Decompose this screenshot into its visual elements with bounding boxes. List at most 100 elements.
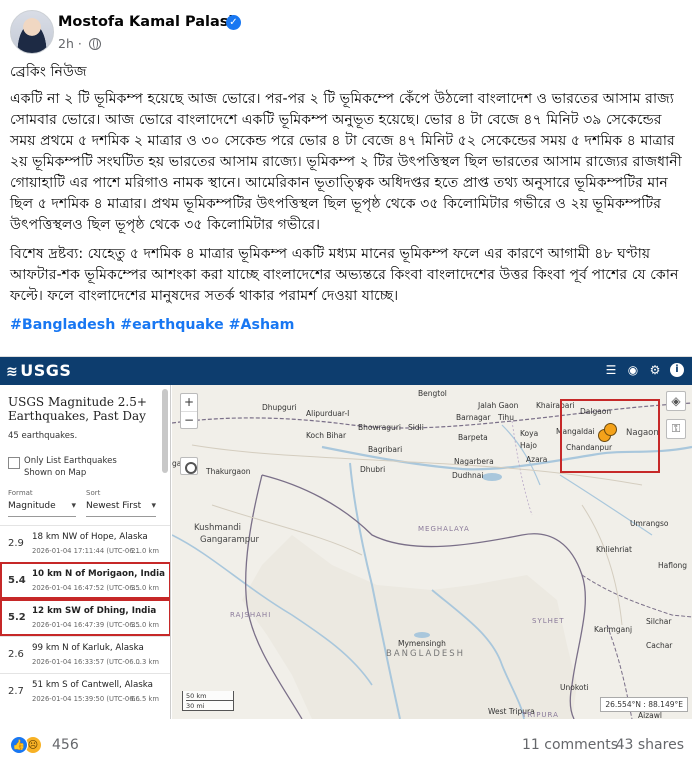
meta-separator: · (77, 36, 82, 51)
zoom-in-icon[interactable]: + (181, 394, 197, 411)
usgs-toolbar: ☰ ◉ ⚙ i (604, 363, 684, 377)
post-body: ব্রেকিং নিউজ একটি না ২ টি ভূমিকম্প হয়েছ… (10, 62, 684, 344)
earthquake-place: 51 km S of Cantwell, Alaska (32, 680, 153, 690)
post-time[interactable]: 2h (58, 36, 74, 51)
earthquake-time: 2026-01-04 15:39:50 (UTC-06... (32, 695, 141, 703)
place-haflong: Haflong (658, 561, 688, 570)
earthquake-magnitude: 2.9 (8, 538, 24, 549)
place-tripura: TRIPURA (522, 711, 559, 719)
place-nagarbera: Nagarbera (454, 457, 494, 466)
place-meghalaya: MEGHALAYA (418, 525, 470, 533)
comments-count[interactable]: 11 comments (522, 737, 618, 753)
place-gangarampur: Gangarampur (200, 535, 260, 545)
earthquake-list-item[interactable]: 2.6 99 km N of Karluk, Alaska 2026-01-04 1… (0, 636, 170, 673)
place-barpeta: Barpeta (458, 433, 488, 442)
earthquake-place: 99 km N of Karluk, Alaska (32, 643, 144, 653)
author-name[interactable]: Mostofa Kamal Palash (58, 14, 239, 30)
format-label: Format (8, 489, 33, 497)
scale-km: 50 km (186, 691, 233, 701)
place-dudhnai: Dudhnai (452, 471, 484, 480)
key-icon[interactable]: ⚿ (666, 419, 686, 439)
earthquake-list-item[interactable]: 2.7 51 km S of Cantwell, Alaska 2026-01-04… (0, 673, 170, 710)
verified-icon: ✓ (226, 15, 241, 30)
earthquake-magnitude: 5.4 (8, 575, 26, 586)
only-list-label: Only List Earthquakes Shown on Map (24, 456, 117, 478)
place-khliehriat: Khliehriat (596, 545, 632, 554)
avatar[interactable] (10, 10, 54, 54)
settings-icon[interactable]: ⚙ (648, 363, 662, 377)
place-bhowraguri: Bhowraguri (358, 423, 401, 432)
locate-icon[interactable] (180, 457, 198, 475)
place-barnagar: Barnagar (456, 413, 491, 422)
layers-icon[interactable]: ◈ (666, 391, 686, 411)
usgs-map-image[interactable]: ≋ USGS ☰ ◉ ⚙ i USGS Magnitude 2.5+ Earthq… (0, 356, 692, 719)
like-icon[interactable]: 👍 (10, 736, 28, 754)
cursor-coordinates: 26.554°N : 88.149°E (600, 697, 688, 712)
usgs-header-bar: ≋ USGS ☰ ◉ ⚙ i (0, 357, 692, 385)
earthquake-count: 45 earthquakes. (8, 431, 78, 441)
only-list-checkbox[interactable] (8, 457, 20, 469)
earthquake-list-item[interactable]: 5.2 12 km SW of Dhing, India 2026-01-04 16… (0, 599, 170, 636)
earthquake-list-item[interactable]: 5.4 10 km N of Morigaon, India 2026-01-04 … (0, 562, 170, 599)
earthquake-time: 2026-01-04 16:33:57 (UTC-06... (32, 658, 141, 666)
earthquake-time: 2026-01-04 16:47:39 (UTC-06... (32, 621, 141, 629)
list-icon[interactable]: ☰ (604, 363, 618, 377)
earthquake-depth: 66.5 km (131, 695, 159, 703)
place-jalah-gaon: Jalah Gaon (478, 401, 519, 410)
reactions-count[interactable]: 456 (52, 737, 79, 753)
place-silchar: Silchar (646, 617, 672, 626)
post-paragraph-1: একটি না ২ টি ভূমিকম্প হয়েছে আজ ভোরে। পর… (10, 91, 682, 233)
earthquake-place: 12 km SW of Dhing, India (32, 606, 157, 616)
post-footer: 👍 ☹ 456 11 comments 43 shares (10, 736, 686, 756)
earthquake-list-panel: USGS Magnitude 2.5+ Earthquakes, Past Da… (0, 385, 171, 719)
earthquake-place: 10 km N of Morigaon, India (32, 569, 165, 579)
place-alipurduar: Alipurduar-I (306, 409, 350, 418)
usgs-logo[interactable]: ≋ USGS (6, 361, 71, 380)
place-thakurgaon: Thakurgaon (206, 467, 251, 476)
shares-count[interactable]: 43 shares (616, 737, 684, 753)
info-icon[interactable]: i (670, 363, 684, 377)
globe-map-icon[interactable]: ◉ (626, 363, 640, 377)
place-azara: Azara (526, 455, 548, 464)
place-karimganj: Karimganj (594, 625, 633, 634)
post-kicker: ব্রেকিং নিউজ (10, 64, 87, 80)
panel-scrollbar[interactable] (162, 389, 168, 473)
earthquake-marker-morigaon[interactable] (604, 423, 617, 436)
place-bagribari: Bagribari (368, 445, 403, 454)
post-hashtags[interactable]: #Bangladesh #earthquake #Asham (10, 315, 684, 336)
place-tihu: Tihu (498, 413, 514, 422)
place-koch-bihar: Koch Bihar (306, 431, 347, 440)
place-sidli: Sidli (408, 423, 424, 432)
place-umrangso: Umrangso (630, 519, 669, 528)
place-dhubri: Dhubri (360, 465, 386, 474)
earthquake-list-item[interactable]: 2.9 18 km NW of Hope, Alaska 2026-01-04 17… (0, 525, 170, 562)
place-aizawl: Aizawl (638, 711, 662, 719)
earthquake-list: 2.9 18 km NW of Hope, Alaska 2026-01-04 17… (0, 525, 170, 710)
earthquake-magnitude: 2.6 (8, 649, 24, 660)
earthquake-time: 2026-01-04 16:47:52 (UTC-06... (32, 584, 141, 592)
earthquake-depth: 0.3 km (135, 658, 159, 666)
earthquake-time: 2026-01-04 17:11:44 (UTC-06... (32, 547, 141, 555)
place-bengtol: Bengtol (418, 389, 447, 398)
map-view[interactable]: Bengtol Alipurduar-I Dhupguri Koch Bihar… (172, 385, 692, 719)
post-paragraph-2: বিশেষ দ্রষ্টব্য: যেহেতু ৫ দশমিক ৪ মাত্রা… (10, 246, 679, 304)
format-select[interactable]: Magnitude (8, 497, 76, 517)
place-dhupguri: Dhupguri (262, 403, 297, 412)
panel-title: USGS Magnitude 2.5+ Earthquakes, Past Da… (8, 395, 147, 423)
zoom-out-icon[interactable]: − (181, 411, 197, 428)
earthquake-magnitude: 5.2 (8, 612, 26, 623)
globe-icon (88, 38, 101, 50)
place-sylhet: SYLHET (532, 617, 565, 625)
place-koya: Koya (520, 429, 539, 438)
place-rajshahi: RAJSHAHI (230, 611, 272, 619)
place-hajo: Hajo (520, 441, 537, 450)
sort-select[interactable]: Newest First (86, 497, 156, 517)
zoom-control: + − (180, 393, 198, 429)
place-cachar: Cachar (646, 641, 673, 650)
map-scale: 50 km 30 mi (182, 691, 234, 711)
earthquake-depth: 21.0 km (131, 547, 159, 555)
place-kushmandi: Kushmandi (194, 523, 241, 533)
earthquake-depth: 35.0 km (131, 621, 159, 629)
sort-label: Sort (86, 489, 101, 497)
earthquake-magnitude: 2.7 (8, 686, 24, 697)
